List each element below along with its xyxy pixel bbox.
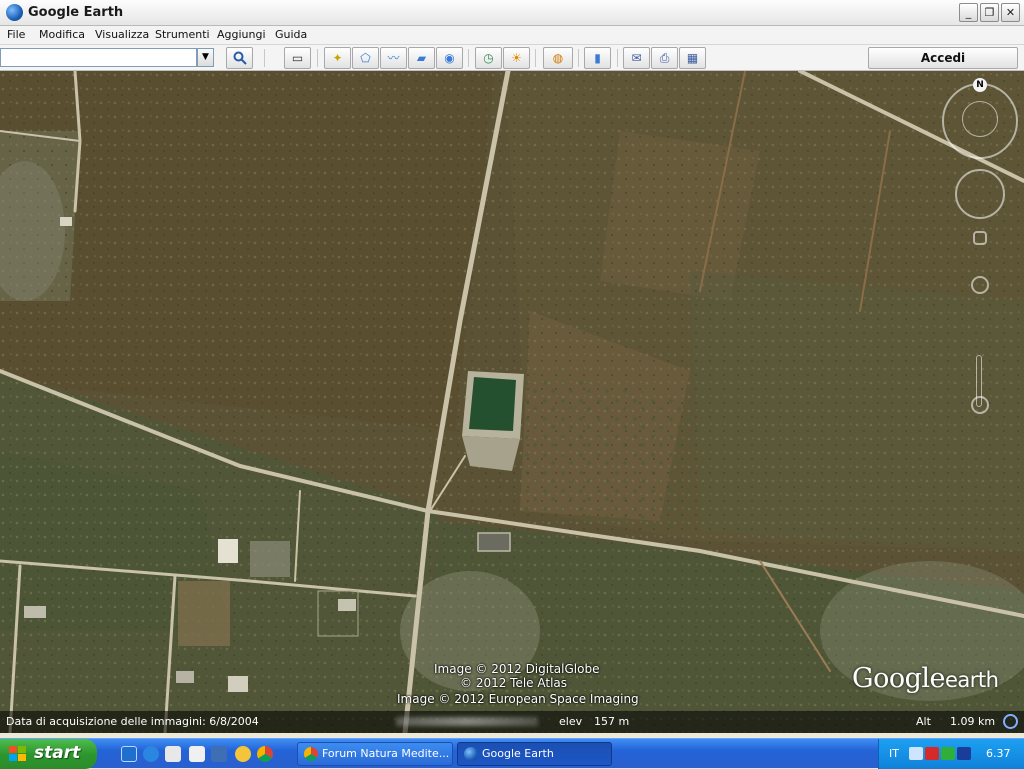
google-earth-icon: [464, 747, 478, 761]
notepad-icon[interactable]: [189, 746, 205, 762]
show-desktop-icon[interactable]: [121, 746, 137, 762]
windows-taskbar: start Forum Natura Medite... Google Eart…: [0, 738, 1024, 769]
minimize-button[interactable]: _: [959, 3, 978, 22]
toolbar-separator: [264, 49, 265, 67]
sidebar-toggle-icon: ▭: [291, 51, 304, 65]
ruler-button[interactable]: ▮: [584, 47, 611, 69]
sunlight-button[interactable]: ☀: [503, 47, 530, 69]
media-tray-icon[interactable]: [957, 747, 971, 760]
altitude-label: Alt: [916, 715, 931, 728]
start-button[interactable]: start: [0, 739, 97, 769]
system-tray: IT 6.37: [878, 739, 1024, 769]
toolbar-separator: [617, 49, 618, 67]
toolbar-separator: [317, 49, 318, 67]
planets-button[interactable]: ◍: [543, 47, 573, 69]
toolbar-separator: [535, 49, 536, 67]
zoom-out-button[interactable]: [971, 396, 989, 414]
planets-icon: ◍: [552, 51, 564, 65]
menu-visualizza[interactable]: Visualizza: [95, 28, 149, 41]
sidebar-toggle-button[interactable]: ▭: [284, 47, 311, 69]
menu-strumenti[interactable]: Strumenti: [155, 28, 210, 41]
google-earth-watermark: Googleearth: [852, 663, 999, 694]
menu-guida[interactable]: Guida: [275, 28, 307, 41]
internet-explorer-icon[interactable]: [143, 746, 159, 762]
windows-flag-icon: [9, 746, 27, 762]
print-icon: ⎙: [659, 51, 670, 65]
menu-file[interactable]: File: [7, 28, 25, 41]
add-path-button[interactable]: 〰: [380, 47, 407, 69]
chrome-icon: [304, 747, 318, 761]
word-icon[interactable]: [211, 746, 227, 762]
email-icon: ✉: [631, 51, 642, 65]
clock: 6.37: [986, 747, 1011, 760]
map-view[interactable]: N Image © 2012 DigitalGlobe © 2012 Tele …: [0, 71, 1024, 733]
zoom-in-button[interactable]: [971, 276, 989, 294]
satellite-imagery: [0, 71, 1024, 733]
elevation-value: 157 m: [594, 715, 630, 728]
look-control-joystick[interactable]: [962, 101, 998, 137]
save-image-button[interactable]: ▦: [679, 47, 706, 69]
toolbar-separator: [578, 49, 579, 67]
task-google-earth[interactable]: Google Earth: [457, 742, 612, 766]
compass-north-button[interactable]: N: [973, 78, 987, 92]
media-player-icon[interactable]: [235, 746, 251, 762]
altitude-value: 1.09 km: [950, 715, 996, 728]
search-dropdown-button[interactable]: ▼: [197, 48, 214, 67]
window-title-bar[interactable]: Google Earth _ ❐ ✕: [0, 0, 1024, 26]
save-image-icon: ▦: [686, 51, 699, 65]
add-polygon-icon: ⬠: [360, 51, 371, 65]
attribution-european-space-imaging: Image © 2012 European Space Imaging: [397, 692, 639, 706]
chrome-icon[interactable]: [257, 746, 273, 762]
street-view-pegman-icon[interactable]: [973, 231, 987, 245]
toolbar: ▼ ▭ ✦ ⬠ 〰 ▰ ◉ ◷ ☀ ◍ ▮ ✉ ⎙ ▦ Accedi: [0, 45, 1024, 71]
add-placemark-icon: ✦: [332, 51, 343, 65]
print-button[interactable]: ⎙: [651, 47, 678, 69]
add-overlay-icon: ▰: [416, 51, 427, 65]
streaming-indicator-icon: [1003, 714, 1018, 729]
task-forum-natura[interactable]: Forum Natura Medite...: [297, 742, 453, 766]
windows-explorer-icon[interactable]: [165, 746, 181, 762]
search-button[interactable]: [226, 47, 253, 69]
google-earth-logo-icon: [6, 4, 23, 21]
network-icon[interactable]: [941, 747, 955, 760]
maximize-button[interactable]: ❐: [980, 3, 999, 22]
record-tour-icon: ◉: [444, 51, 455, 65]
add-polygon-button[interactable]: ⬠: [352, 47, 379, 69]
add-placemark-button[interactable]: ✦: [324, 47, 351, 69]
menu-bar: File Modifica Visualizza Strumenti Aggiu…: [0, 26, 1024, 45]
attribution-tele-atlas: © 2012 Tele Atlas: [460, 676, 568, 690]
window-title: Google Earth: [28, 5, 124, 20]
close-button[interactable]: ✕: [1001, 3, 1020, 22]
imagery-date: Data di acquisizione delle immagini: 6/8…: [6, 715, 259, 728]
email-button[interactable]: ✉: [623, 47, 650, 69]
add-overlay-button[interactable]: ▰: [408, 47, 435, 69]
attribution-digitalglobe: Image © 2012 DigitalGlobe: [434, 662, 600, 676]
language-indicator[interactable]: IT: [889, 747, 899, 760]
tray-app-icon[interactable]: [909, 747, 923, 760]
historical-imagery-button[interactable]: ◷: [475, 47, 502, 69]
sign-in-button[interactable]: Accedi: [868, 47, 1018, 69]
add-path-icon: 〰: [387, 51, 400, 65]
menu-modifica[interactable]: Modifica: [39, 28, 85, 41]
blurred-coordinates: [396, 717, 538, 726]
record-tour-button[interactable]: ◉: [436, 47, 463, 69]
map-status-bar: Data di acquisizione delle immagini: 6/8…: [0, 711, 1024, 733]
toolbar-separator: [468, 49, 469, 67]
antivirus-icon[interactable]: [925, 747, 939, 760]
menu-aggiungi[interactable]: Aggiungi: [217, 28, 266, 41]
search-input[interactable]: [0, 48, 197, 67]
elevation-label: elev: [559, 715, 583, 728]
magnifier-icon: [233, 51, 247, 65]
historical-imagery-icon: ◷: [483, 51, 494, 65]
ruler-icon: ▮: [594, 51, 601, 65]
sunlight-icon: ☀: [511, 51, 522, 65]
move-control-ring[interactable]: [955, 169, 1005, 219]
